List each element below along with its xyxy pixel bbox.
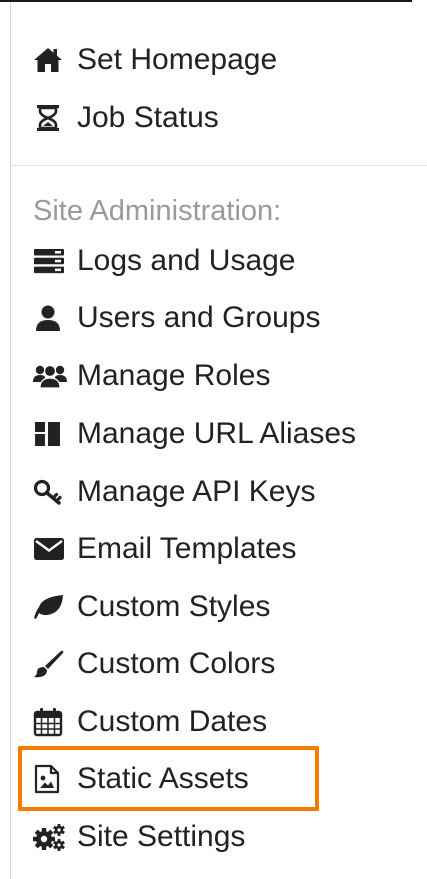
menu-item-label: Set Homepage	[77, 43, 278, 76]
menu-item-logs-and-usage[interactable]: Logs and Usage	[33, 241, 296, 281]
menu-item-set-homepage[interactable]: Set Homepage	[33, 40, 277, 80]
cogs-icon	[33, 822, 67, 852]
hourglass-icon	[33, 103, 67, 133]
menu-item-label: Email Templates	[77, 532, 297, 565]
leaf-icon	[33, 592, 67, 622]
menu-item-email-templates[interactable]: Email Templates	[33, 529, 297, 569]
menu-item-custom-dates[interactable]: Custom Dates	[33, 702, 267, 742]
menu-item-label: Site Settings	[77, 820, 246, 853]
home-icon	[33, 45, 67, 75]
menu-item-manage-api-keys[interactable]: Manage API Keys	[33, 472, 315, 512]
key-icon	[33, 477, 67, 507]
menu-divider	[11, 165, 427, 166]
calendar-icon	[33, 707, 67, 737]
paint-brush-icon	[33, 649, 67, 679]
menu-item-manage-roles[interactable]: Manage Roles	[33, 356, 270, 396]
menu-item-label: Job Status	[77, 101, 219, 134]
dropdown-menu: Set Homepage Job Status Site Administrat…	[11, 2, 427, 879]
envelope-icon	[33, 534, 67, 564]
menu-item-label: Manage API Keys	[77, 475, 316, 508]
menu-item-label: Manage URL Aliases	[77, 417, 357, 450]
menu-item-custom-styles[interactable]: Custom Styles	[33, 587, 270, 627]
menu-item-label: Custom Styles	[77, 590, 271, 623]
user-icon	[33, 303, 67, 333]
menu-item-custom-colors[interactable]: Custom Colors	[33, 644, 275, 684]
menu-item-label: Users and Groups	[77, 301, 321, 334]
menu-item-label: Custom Colors	[77, 647, 276, 680]
section-header: Site Administration:	[33, 195, 282, 227]
server-icon	[33, 246, 67, 276]
menu-item-label: Custom Dates	[77, 705, 268, 738]
menu-item-users-and-groups[interactable]: Users and Groups	[33, 298, 320, 338]
menu-item-manage-url-aliases[interactable]: Manage URL Aliases	[33, 414, 356, 454]
grid-icon	[33, 419, 67, 449]
menu-item-job-status[interactable]: Job Status	[33, 98, 219, 138]
menu-item-label: Logs and Usage	[77, 244, 296, 277]
menu-item-label: Manage Roles	[77, 359, 271, 392]
users-icon	[33, 361, 67, 391]
highlight-box	[18, 746, 319, 811]
menu-item-site-settings[interactable]: Site Settings	[33, 817, 245, 857]
